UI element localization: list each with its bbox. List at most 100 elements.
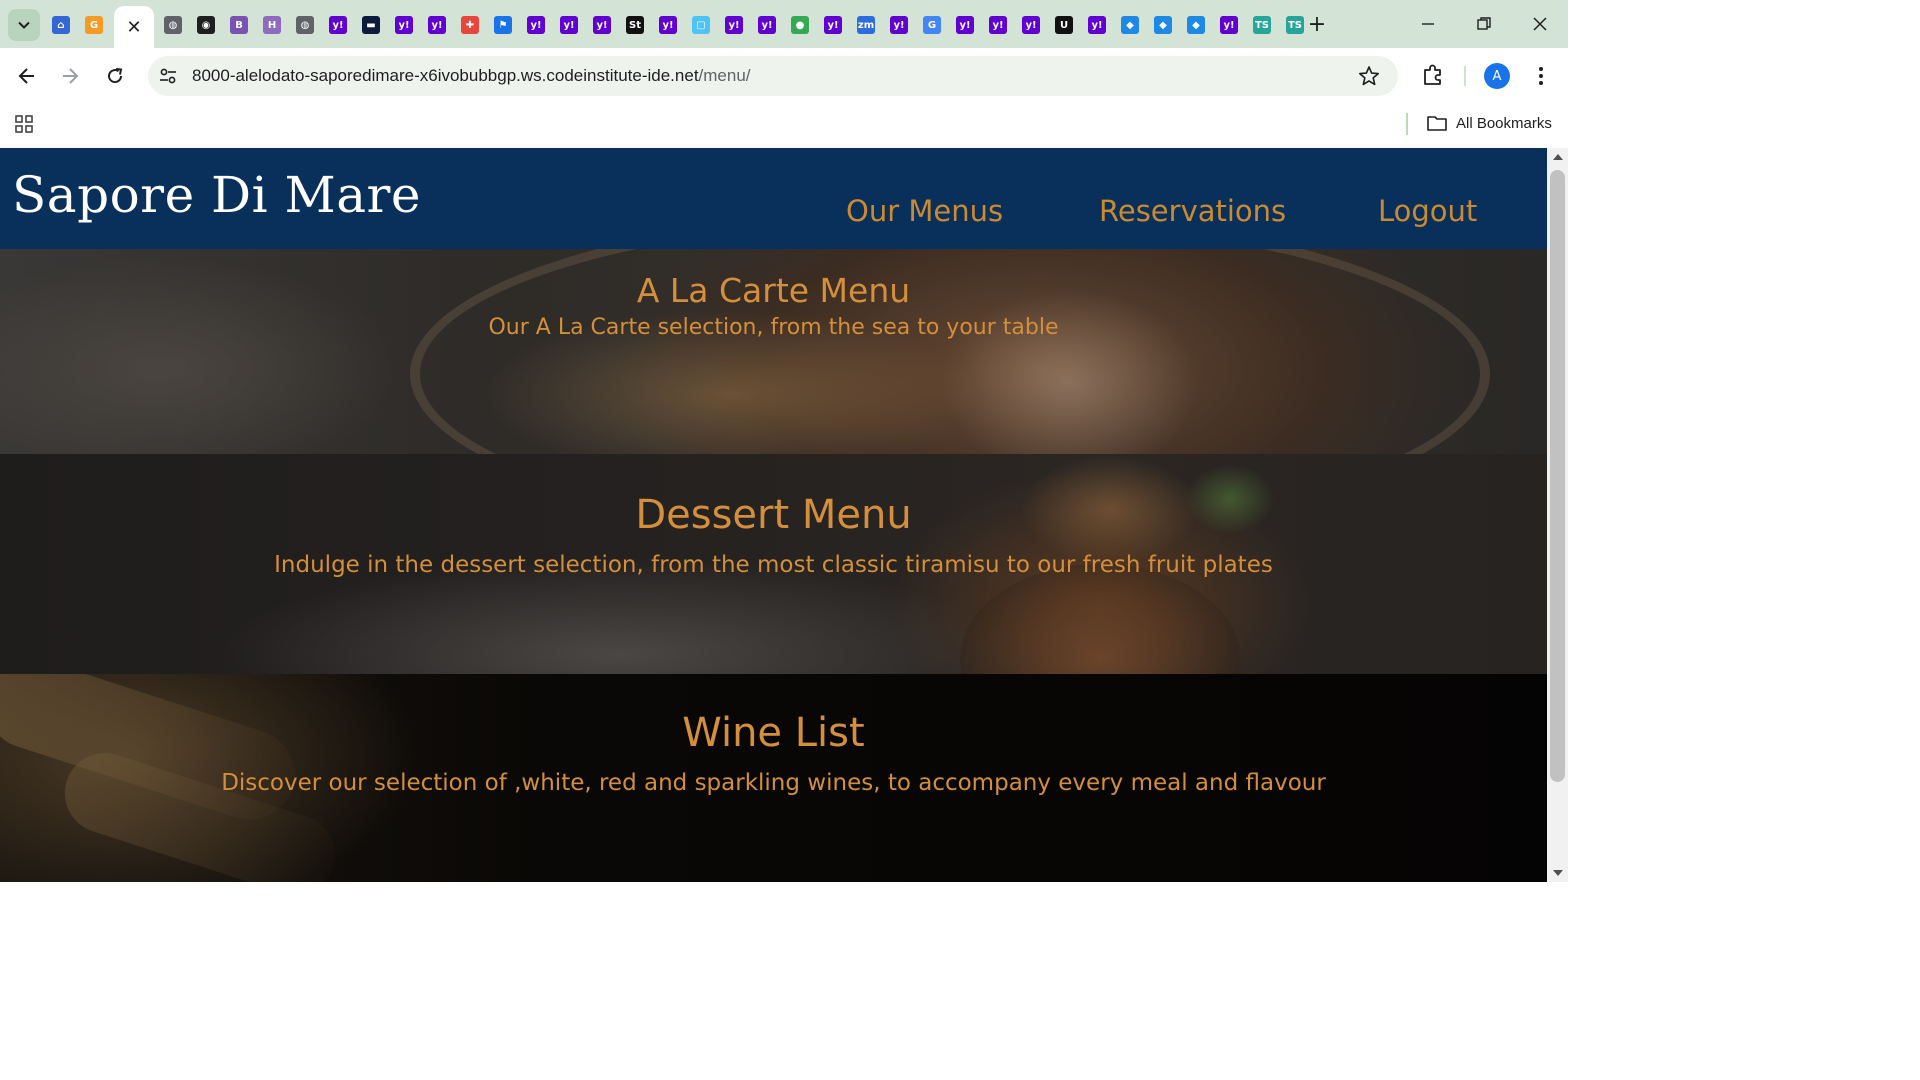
browser-tab[interactable]: ✚ <box>455 9 485 41</box>
address-bar[interactable]: 8000-alelodato-saporedimare-x6ivobubbgp.… <box>148 56 1398 96</box>
tab-favicon-u-icon: U <box>1055 16 1073 34</box>
bookmark-star-icon[interactable] <box>1358 65 1380 87</box>
tab-favicon-yahoo-icon: y! <box>593 16 611 34</box>
browser-tab[interactable]: y! <box>521 9 551 41</box>
minimize-button[interactable] <box>1414 10 1442 38</box>
tab-favicon-diamond-icon: ◆ <box>1121 16 1139 34</box>
browser-tab[interactable]: ◍ <box>290 9 320 41</box>
all-bookmarks-button[interactable]: All Bookmarks <box>1426 112 1552 134</box>
scroll-thumb[interactable] <box>1550 170 1565 782</box>
tab-favicon-diamond-icon: ◆ <box>1187 16 1205 34</box>
alacarte-menu-card[interactable]: A La Carte Menu Our A La Carte selection… <box>0 249 1547 454</box>
alacarte-description: Our A La Carte selection, from the sea t… <box>488 315 1059 340</box>
site-brand[interactable]: Sapore Di Mare <box>12 166 421 224</box>
reload-button[interactable] <box>101 62 129 90</box>
browser-tab[interactable]: ▢ <box>686 9 716 41</box>
browser-toolbar: 8000-alelodato-saporedimare-x6ivobubbgp.… <box>0 48 1568 104</box>
wine-list-card[interactable]: Wine List Discover our selection of ,whi… <box>0 674 1547 882</box>
tab-favicon-yahoo-icon: y! <box>428 16 446 34</box>
close-tab-icon[interactable]: ✕ <box>126 17 141 38</box>
alacarte-title[interactable]: A La Carte Menu <box>0 271 1547 310</box>
extensions-puzzle-icon[interactable] <box>1420 62 1446 88</box>
tab-favicon-h-icon: H <box>263 16 281 34</box>
browser-tab[interactable]: y! <box>389 9 419 41</box>
tab-favicon-yahoo-icon: y! <box>527 16 545 34</box>
browser-tab[interactable]: H <box>257 9 287 41</box>
browser-menu-icon[interactable] <box>1530 64 1552 88</box>
arrow-right-icon <box>63 68 79 84</box>
profile-avatar[interactable]: A <box>1484 63 1510 89</box>
tab-favicon-yahoo-icon: y! <box>989 16 1007 34</box>
tab-search-button[interactable] <box>8 9 40 41</box>
browser-tab[interactable]: y! <box>554 9 584 41</box>
reload-icon <box>108 68 123 84</box>
scroll-up-arrow-icon[interactable] <box>1553 154 1563 160</box>
browser-tab[interactable]: U <box>1049 9 1079 41</box>
browser-tab[interactable]: y! <box>1082 9 1112 41</box>
browser-tab[interactable]: TS <box>1247 9 1277 41</box>
browser-tab[interactable]: ⚑ <box>488 9 518 41</box>
browser-tab[interactable]: y! <box>323 9 353 41</box>
browser-tab[interactable]: ⌂ <box>46 9 76 41</box>
browser-tab[interactable]: G <box>917 9 947 41</box>
arrow-left-icon <box>18 68 34 84</box>
close-icon <box>1533 17 1547 31</box>
dessert-description: Indulge in the dessert selection, from t… <box>274 552 1273 578</box>
minimize-icon <box>1422 23 1434 25</box>
browser-tab[interactable]: y! <box>818 9 848 41</box>
site-settings-icon[interactable] <box>158 66 178 86</box>
browser-tab[interactable]: G <box>79 9 109 41</box>
tab-favicon-bootstrap-icon: B <box>230 16 248 34</box>
browser-tab[interactable]: ◆ <box>1115 9 1145 41</box>
bookmarks-separator <box>1406 113 1408 135</box>
tab-favicon-yahoo-icon: y! <box>1220 16 1238 34</box>
browser-tab[interactable]: y! <box>1016 9 1046 41</box>
browser-tab[interactable]: y! <box>884 9 914 41</box>
browser-tab[interactable]: y! <box>983 9 1013 41</box>
nav-link-logout[interactable]: Logout <box>1378 194 1477 228</box>
wine-title[interactable]: Wine List <box>0 710 1547 756</box>
browser-tab[interactable]: y! <box>653 9 683 41</box>
nav-link-reservations[interactable]: Reservations <box>1099 194 1286 228</box>
browser-tab[interactable]: y! <box>752 9 782 41</box>
close-window-button[interactable] <box>1526 10 1554 38</box>
tab-favicon-yahoo-icon: y! <box>329 16 347 34</box>
browser-tab[interactable]: ● <box>785 9 815 41</box>
dessert-title[interactable]: Dessert Menu <box>0 492 1547 538</box>
browser-tab[interactable]: ◍ <box>158 9 188 41</box>
restore-button[interactable] <box>1470 10 1498 38</box>
browser-tab[interactable]: y! <box>950 9 980 41</box>
tab-strip: ⌂ G ✕ ◍ ◉ B H ◍ y! ▬ y! y! ✚ ⚑ y! y! y! St y! ▢ y! y! ● y! zm y! G… <box>0 0 1568 48</box>
site-navbar: Sapore Di Mare Our Menus Reservations Lo… <box>0 148 1547 249</box>
page-scrollbar[interactable] <box>1547 148 1568 882</box>
browser-tab[interactable]: y! <box>587 9 617 41</box>
address-url[interactable]: 8000-alelodato-saporedimare-x6ivobubbgp.… <box>192 66 751 86</box>
chevron-down-icon <box>18 21 30 29</box>
forward-button[interactable] <box>56 62 84 90</box>
nav-link-our-menus[interactable]: Our Menus <box>846 194 1003 228</box>
tab-favicon-yahoo-icon: y! <box>1088 16 1106 34</box>
browser-tab[interactable]: B <box>224 9 254 41</box>
dessert-menu-card[interactable]: Dessert Menu Indulge in the dessert sele… <box>0 454 1547 674</box>
new-tab-button[interactable]: + <box>1305 12 1329 37</box>
tab-favicon-zoom-icon: zm <box>857 16 875 34</box>
tab-favicon-yahoo-icon: y! <box>956 16 974 34</box>
browser-tab[interactable]: ◆ <box>1148 9 1178 41</box>
tab-favicon-google-icon: G <box>923 16 941 34</box>
browser-tab[interactable]: ▬ <box>356 9 386 41</box>
browser-tab[interactable]: zm <box>851 9 881 41</box>
browser-tab[interactable]: St <box>620 9 650 41</box>
browser-tab[interactable]: ◆ <box>1181 9 1211 41</box>
browser-tab[interactable]: y! <box>719 9 749 41</box>
scroll-down-arrow-icon[interactable] <box>1553 870 1563 876</box>
browser-tab[interactable]: y! <box>422 9 452 41</box>
tab-favicon-st-icon: St <box>626 16 644 34</box>
browser-tab[interactable]: y! <box>1214 9 1244 41</box>
tab-active[interactable]: ✕ <box>114 6 154 48</box>
tab-favicon-yahoo-icon: y! <box>725 16 743 34</box>
back-button[interactable] <box>13 62 41 90</box>
browser-tab[interactable]: ◉ <box>191 9 221 41</box>
apps-grid-icon[interactable] <box>14 114 34 134</box>
folder-icon <box>1427 116 1447 131</box>
tab-favicon-flag-icon: ⚑ <box>494 16 512 34</box>
